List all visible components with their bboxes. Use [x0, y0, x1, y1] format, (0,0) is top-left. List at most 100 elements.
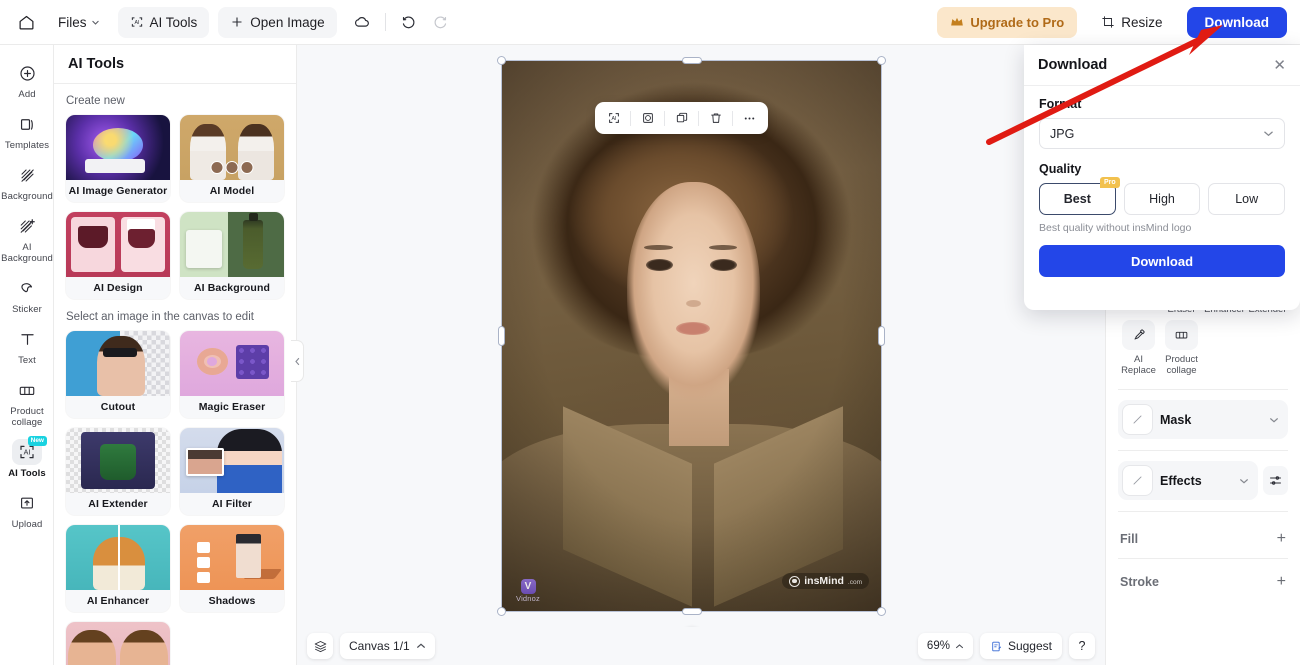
ai-filter-thumb: [180, 428, 284, 493]
quality-label: Quality: [1039, 162, 1082, 176]
selected-image-frame[interactable]: V Vidnoz insMind .com: [497, 56, 886, 649]
rail-item-text[interactable]: Text: [0, 320, 54, 371]
canvas-selector[interactable]: Canvas 1/1: [340, 633, 435, 659]
cloud-sync-icon[interactable]: [346, 6, 378, 38]
tool-card-ai-image-generator[interactable]: AI Image Generator: [66, 115, 170, 202]
more-horizontal-icon: [744, 117, 755, 119]
tool-card-cutout[interactable]: Cutout: [66, 331, 170, 418]
tool-card-magic-eraser[interactable]: Magic Eraser: [180, 331, 284, 418]
download-popup-header: Download ✕: [1024, 45, 1300, 86]
resize-handle-bottom-left[interactable]: [497, 607, 506, 616]
plus-icon: [232, 17, 242, 27]
suggest-icon: [992, 641, 1002, 651]
trash-icon: [710, 113, 721, 123]
quality-option-label: High: [1149, 192, 1175, 206]
rail-item-ai-background[interactable]: AI Background: [0, 207, 54, 269]
crown-icon: [951, 17, 964, 26]
ai-tools-button[interactable]: AI: [600, 106, 627, 131]
plus-icon[interactable]: +: [1277, 531, 1286, 547]
suggest-label: Suggest: [1007, 639, 1052, 653]
tool-card-shadows[interactable]: Shadows: [180, 525, 284, 612]
upload-icon: [12, 490, 42, 516]
toolbar-divider: [384, 13, 386, 31]
resize-handle-top-right[interactable]: [877, 56, 886, 65]
quality-option-high[interactable]: High: [1123, 183, 1201, 215]
quality-option-low[interactable]: Low: [1208, 183, 1286, 215]
toolbar-divider: [698, 110, 699, 126]
rail-item-background[interactable]: Background: [0, 156, 54, 207]
fill-label: Fill: [1120, 532, 1139, 546]
resize-button[interactable]: Resize: [1091, 7, 1172, 38]
undo-icon[interactable]: [393, 6, 425, 38]
fill-section[interactable]: Fill +: [1118, 522, 1288, 556]
rail-label: Sticker: [12, 304, 42, 315]
redo-icon[interactable]: [425, 6, 457, 38]
format-select[interactable]: JPG: [1039, 118, 1285, 149]
delete-button[interactable]: [702, 106, 729, 131]
tool-card-retouch-partial[interactable]: [66, 622, 170, 665]
stroke-section[interactable]: Stroke +: [1118, 565, 1288, 599]
mask-button[interactable]: [634, 106, 661, 131]
open-image-label: Open Image: [250, 14, 325, 30]
more-button[interactable]: [736, 106, 763, 131]
tool-card-ai-extender[interactable]: AI Extender: [66, 428, 170, 515]
effects-section[interactable]: Effects: [1118, 461, 1258, 500]
tool-card-label: Cutout: [100, 401, 136, 413]
resize-handle-bottom[interactable]: [681, 608, 702, 615]
ai-tools-button[interactable]: AI AI Tools: [117, 6, 210, 38]
upgrade-to-pro-button[interactable]: Upgrade to Pro: [937, 6, 1078, 38]
vidnoz-watermark-label: Vidnoz: [516, 594, 540, 603]
rail-item-sticker[interactable]: Sticker: [0, 269, 54, 320]
suggest-button[interactable]: Suggest: [979, 633, 1062, 659]
duplicate-button[interactable]: [668, 106, 695, 131]
mask-preview: [1123, 405, 1152, 434]
insmind-logo-icon: [789, 575, 801, 587]
resize-handle-bottom-right[interactable]: [877, 607, 886, 616]
plus-circle-icon: [12, 60, 42, 86]
download-button[interactable]: Download: [1186, 6, 1287, 38]
rail-item-ai-tools[interactable]: AI New AI Tools: [0, 433, 54, 484]
tool-card-ai-background[interactable]: AI Background: [180, 212, 284, 299]
quality-option-best[interactable]: Best Pro: [1039, 177, 1120, 215]
rail-label: Upload: [11, 519, 43, 530]
tool-card-ai-enhancer[interactable]: AI Enhancer: [66, 525, 170, 612]
vidnoz-logo-mark: V: [520, 579, 536, 594]
chevron-down-icon: [1270, 417, 1278, 422]
tool-card-ai-design[interactable]: AI Design: [66, 212, 170, 299]
canvas-workspace[interactable]: V Vidnoz insMind .com AI: [297, 45, 1105, 665]
resize-handle-right[interactable]: [878, 326, 885, 346]
effects-settings-button[interactable]: [1263, 466, 1288, 495]
canvas-label: Canvas 1/1: [349, 639, 410, 653]
plus-icon[interactable]: +: [1277, 574, 1286, 590]
chevron-up-icon: [416, 643, 425, 648]
toolbar-divider: [732, 110, 733, 126]
tool-shortcut-product-collage[interactable]: Product collage: [1161, 320, 1202, 378]
home-icon[interactable]: [10, 6, 42, 38]
shadows-thumb: [180, 525, 284, 590]
ai-image-generator-thumb: [66, 115, 170, 180]
sliders-icon: [1270, 476, 1281, 485]
tool-card-label: AI Extender: [88, 498, 148, 510]
rail-item-upload[interactable]: Upload: [0, 484, 54, 535]
rail-label: Background: [1, 191, 53, 202]
tool-card-ai-filter[interactable]: AI Filter: [180, 428, 284, 515]
download-confirm-button[interactable]: Download: [1039, 245, 1285, 277]
mask-section[interactable]: Mask: [1118, 400, 1288, 439]
open-image-button[interactable]: Open Image: [218, 6, 337, 38]
resize-handle-top-left[interactable]: [497, 56, 506, 65]
product-collage-icon: [1165, 320, 1198, 350]
layers-button[interactable]: [307, 633, 333, 659]
background-icon: [12, 162, 42, 188]
resize-handle-top[interactable]: [681, 57, 702, 64]
zoom-control[interactable]: 69%: [917, 633, 973, 659]
resize-handle-left[interactable]: [498, 326, 505, 346]
tool-card-ai-model[interactable]: AI Model: [180, 115, 284, 202]
files-menu[interactable]: Files: [48, 7, 109, 37]
rail-item-product-collage[interactable]: Product collage: [0, 371, 54, 433]
rail-item-templates[interactable]: Templates: [0, 105, 54, 156]
rail-item-add[interactable]: Add: [0, 54, 54, 105]
tool-shortcut-ai-replace[interactable]: AI Replace: [1118, 320, 1159, 378]
close-icon[interactable]: ✕: [1273, 58, 1286, 73]
help-button[interactable]: ?: [1069, 633, 1095, 659]
panel-collapse-handle[interactable]: [291, 340, 304, 382]
